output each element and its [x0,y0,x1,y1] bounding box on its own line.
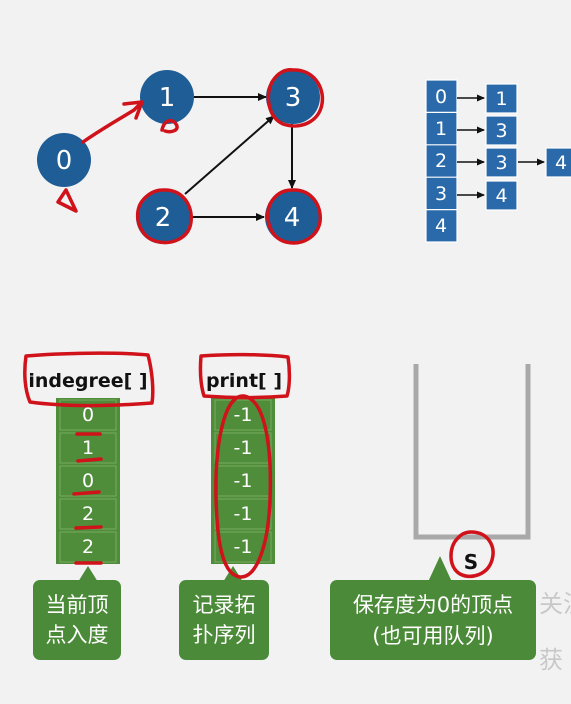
indegree-cell-1: 1 [82,437,94,459]
graph: 0 1 3 2 4 [37,70,320,244]
svg-text:3: 3 [495,120,507,142]
adjacency-head-column: 0 1 2 3 4 [425,79,458,243]
annotation-dash-2 [76,457,103,463]
stack-callout: 保存度为0的顶点 (也可用队列) [330,556,536,660]
print-cell-1: -1 [234,437,253,459]
print-header: print[ ] [206,370,282,392]
svg-text:3: 3 [495,152,507,174]
diagram-canvas: 0 1 3 2 4 0 1 2 3 4 1 3 3 4 4 indegree[… [23,68,571,674]
print-cell-0: -1 [234,404,253,426]
indegree-table: indegree[ ] 0 1 0 2 2 当前顶 点入度 [28,370,148,660]
adjacency-node-3-0: 4 [485,180,518,211]
indegree-cell-2: 0 [82,470,94,492]
adjacency-head-2: 2 [435,150,447,172]
indegree-header: indegree[ ] [28,370,147,392]
graph-node-3-label: 3 [285,83,302,113]
annotation-mark-node-0 [56,188,78,213]
graph-node-1: 1 [140,70,194,124]
print-cell-3: -1 [234,503,253,525]
graph-node-1-label: 1 [159,83,176,113]
stack-caption-line2: (也可用队列) [372,624,493,648]
graph-node-0-label: 0 [56,146,73,176]
indegree-caption-line2: 点入度 [46,623,109,647]
adjacency-node-2-0: 3 [485,147,518,178]
indegree-callout: 当前顶 点入度 [33,566,121,660]
watermark-line1: 关注 [539,590,571,618]
graph-node-2-label: 2 [155,203,172,233]
adjacency-head-0: 0 [435,86,447,108]
svg-text:4: 4 [495,185,507,207]
annotation-dash-3 [72,490,101,496]
print-cell-4: -1 [234,536,253,558]
edge-2-3 [184,115,275,195]
adjacency-node-2-1: 4 [545,147,571,178]
stack-label: S [464,550,478,574]
adjacency-node-0-0: 1 [485,83,518,114]
print-caption-line2: 扑序列 [193,623,256,647]
svg-text:1: 1 [495,88,507,110]
indegree-cell-3: 2 [82,503,94,525]
watermark-line2: 获 [539,646,563,674]
adjacency-head-1: 1 [435,118,447,140]
adjacency-head-4: 4 [435,215,447,237]
print-callout: 记录拓 扑序列 [179,566,269,660]
adjacency-list: 0 1 2 3 4 1 3 3 4 4 [425,79,571,243]
annotation-arrow-0-to-1 [81,102,142,144]
adjacency-node-1-0: 3 [485,115,518,146]
print-table: print[ ] -1 -1 -1 -1 -1 记录拓 扑序列 [179,370,282,660]
stack-container [413,364,531,540]
stack: S 保存度为0的顶点 (也可用队列) [330,364,536,660]
stack-caption-line1: 保存度为0的顶点 [353,593,513,617]
annotation-dash-4 [74,525,103,530]
adjacency-head-3: 3 [435,183,447,205]
print-cell-2: -1 [234,470,253,492]
print-caption-line1: 记录拓 [193,593,256,617]
annotation-mark-node-1 [160,118,179,134]
svg-text:4: 4 [555,152,567,174]
indegree-caption-line1: 当前顶 [46,593,109,617]
graph-node-4-label: 4 [284,203,301,233]
indegree-cell-4: 2 [82,536,94,558]
indegree-cell-0: 0 [82,404,94,426]
